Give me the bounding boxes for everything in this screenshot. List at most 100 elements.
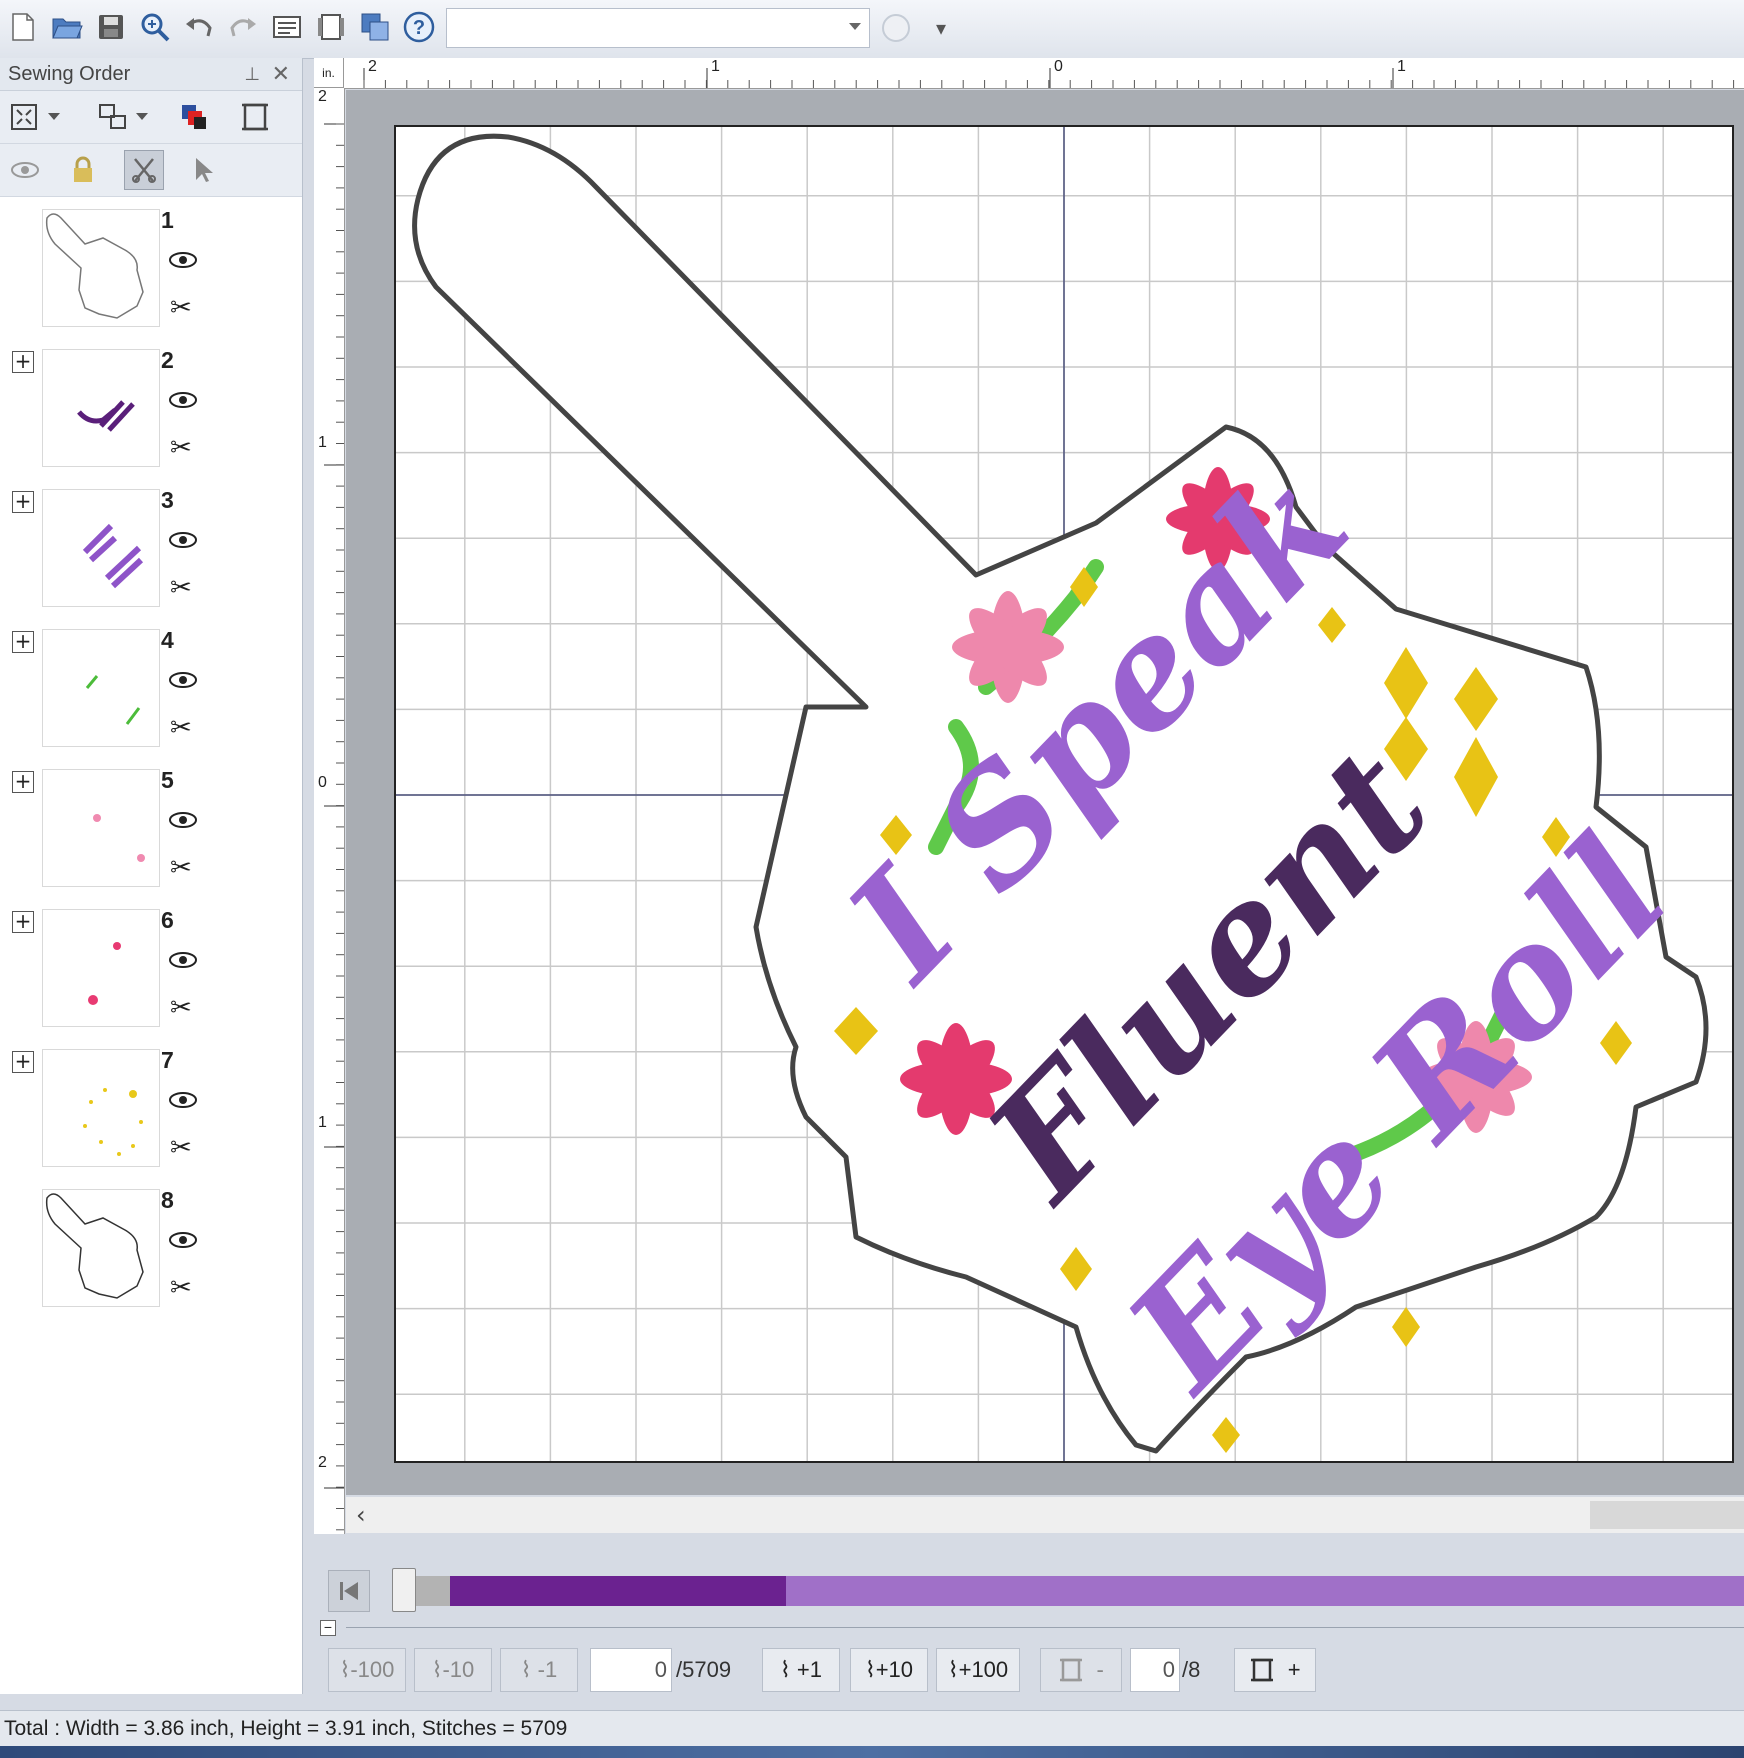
item-number: 3 [161,487,174,513]
scissors-icon[interactable]: ✂ [170,713,192,743]
stitch-number-input[interactable]: 0 [590,1648,672,1692]
svg-text:?: ? [413,17,425,39]
hoop-area[interactable]: I Speak Fluent Eye Roll [394,125,1734,1463]
frame-icon[interactable] [238,100,272,134]
scroll-thumb[interactable] [1590,1501,1744,1529]
scissors-toggle-icon[interactable] [124,150,164,190]
expand-icon[interactable]: + [12,491,34,513]
scissors-icon[interactable]: ✂ [170,853,192,883]
open-icon[interactable] [50,10,84,44]
plus-10-button[interactable]: ⌇ +10 [850,1648,928,1692]
visibility-icon[interactable] [8,153,42,187]
fit-icon[interactable] [8,100,42,134]
thumbnail [42,209,160,327]
button-label: +100 [958,1657,1009,1682]
order-item[interactable]: 8 ✂ [0,1177,300,1307]
go-to-start-button[interactable] [328,1570,370,1612]
lock-icon[interactable] [66,153,100,187]
ruler-label: 0 [1054,58,1063,75]
save-icon[interactable] [94,10,128,44]
chevron-down-icon[interactable] [132,100,152,134]
eye-icon[interactable] [168,391,198,414]
page-icon[interactable] [314,10,348,44]
expand-icon[interactable]: + [12,911,34,933]
button-label: -10 [442,1657,475,1682]
ruler-unit: in. [314,58,344,88]
eye-icon[interactable] [168,531,198,554]
collapse-icon[interactable]: − [320,1620,336,1636]
import-icon[interactable] [358,10,392,44]
design-canvas[interactable]: I Speak Fluent Eye Roll [346,90,1744,1495]
pin-icon[interactable]: ⊥ [244,58,260,90]
order-item[interactable]: + 7 ✂ [0,1037,300,1167]
circle-button[interactable] [882,14,910,42]
expand-icon[interactable]: + [12,631,34,653]
minus-1-button[interactable]: ⌇ -1 [500,1648,578,1692]
scissors-icon[interactable]: ✂ [170,1273,192,1303]
chevron-down-icon[interactable] [44,100,64,134]
help-icon[interactable]: ? [402,10,436,44]
order-item[interactable]: + 6 ✂ [0,897,300,1027]
scissors-icon[interactable]: ✂ [170,433,192,463]
order-item[interactable]: + 3 ✂ [0,477,300,607]
chevron-down-icon[interactable] [849,23,861,30]
scissors-icon[interactable]: ✂ [170,993,192,1023]
select-arrow-icon[interactable] [186,153,220,187]
minus-100-button[interactable]: ⌇ -100 [328,1648,406,1692]
item-number: 1 [161,207,174,233]
thumbnail [42,1189,160,1307]
scroll-left-icon[interactable]: ‹ [356,1501,366,1529]
eye-icon[interactable] [168,671,198,694]
scissors-icon[interactable]: ✂ [170,1133,192,1163]
close-icon[interactable]: ✕ [272,58,290,90]
minus-10-button[interactable]: ⌇ -10 [414,1648,492,1692]
eye-icon[interactable] [168,251,198,274]
order-item[interactable]: + 5 ✂ [0,757,300,887]
color-sort-icon[interactable] [178,100,212,134]
zoom-icon[interactable] [138,10,172,44]
expand-icon[interactable]: + [12,771,34,793]
eye-icon[interactable] [168,951,198,974]
scissors-icon[interactable]: ✂ [170,573,192,603]
order-item[interactable]: + 4 ✂ [0,617,300,747]
skip-start-icon [340,1582,358,1600]
eye-icon[interactable] [168,811,198,834]
color-plus-button[interactable]: + [1234,1648,1316,1692]
ruler-label: 1 [318,434,327,451]
redo-icon[interactable] [226,10,260,44]
frame-icon [1060,1658,1083,1682]
needle-icon: ⌇ [339,1657,351,1682]
status-bar: Total : Width = 3.86 inch, Height = 3.91… [0,1710,1744,1746]
view-icon[interactable] [270,10,304,44]
expand-icon[interactable]: + [12,351,34,373]
eye-icon[interactable] [168,1231,198,1254]
order-item[interactable]: + 2 ✂ [0,337,300,467]
item-number: 5 [161,767,174,793]
order-item[interactable]: 1 ✂ [0,197,300,327]
stitch-slider-handle[interactable] [392,1568,416,1612]
plus-100-button[interactable]: ⌇ +100 [936,1648,1020,1692]
scissors-icon[interactable]: ✂ [170,293,192,323]
toolbar-options-icon[interactable]: ▾ [936,16,946,41]
stitch-total: /5709 [676,1657,732,1682]
status-text: Total : Width = 3.86 inch, Height = 3.91… [4,1717,568,1740]
panel-toolbar-1 [0,91,302,144]
expand-icon[interactable]: + [12,1051,34,1073]
stitch-player [314,1552,1744,1628]
ruler-label: 1 [1397,58,1406,75]
undo-icon[interactable] [182,10,216,44]
stitch-progress-track[interactable] [394,1576,1744,1606]
horizontal-scrollbar[interactable]: ‹ [346,1497,1744,1533]
plus-1-button[interactable]: ⌇ +1 [762,1648,840,1692]
new-icon[interactable] [6,10,40,44]
thumbnail [42,489,160,607]
color-number-input[interactable]: 0 [1130,1648,1180,1692]
panel-title: Sewing Order [8,63,131,85]
group-icon[interactable] [96,100,130,134]
item-number: 2 [161,347,174,373]
button-label: +10 [875,1657,914,1682]
design-combo[interactable] [446,8,870,48]
color-minus-button[interactable]: - [1040,1648,1122,1692]
eye-icon[interactable] [168,1091,198,1114]
needle-icon: ⌇ [864,1657,876,1682]
